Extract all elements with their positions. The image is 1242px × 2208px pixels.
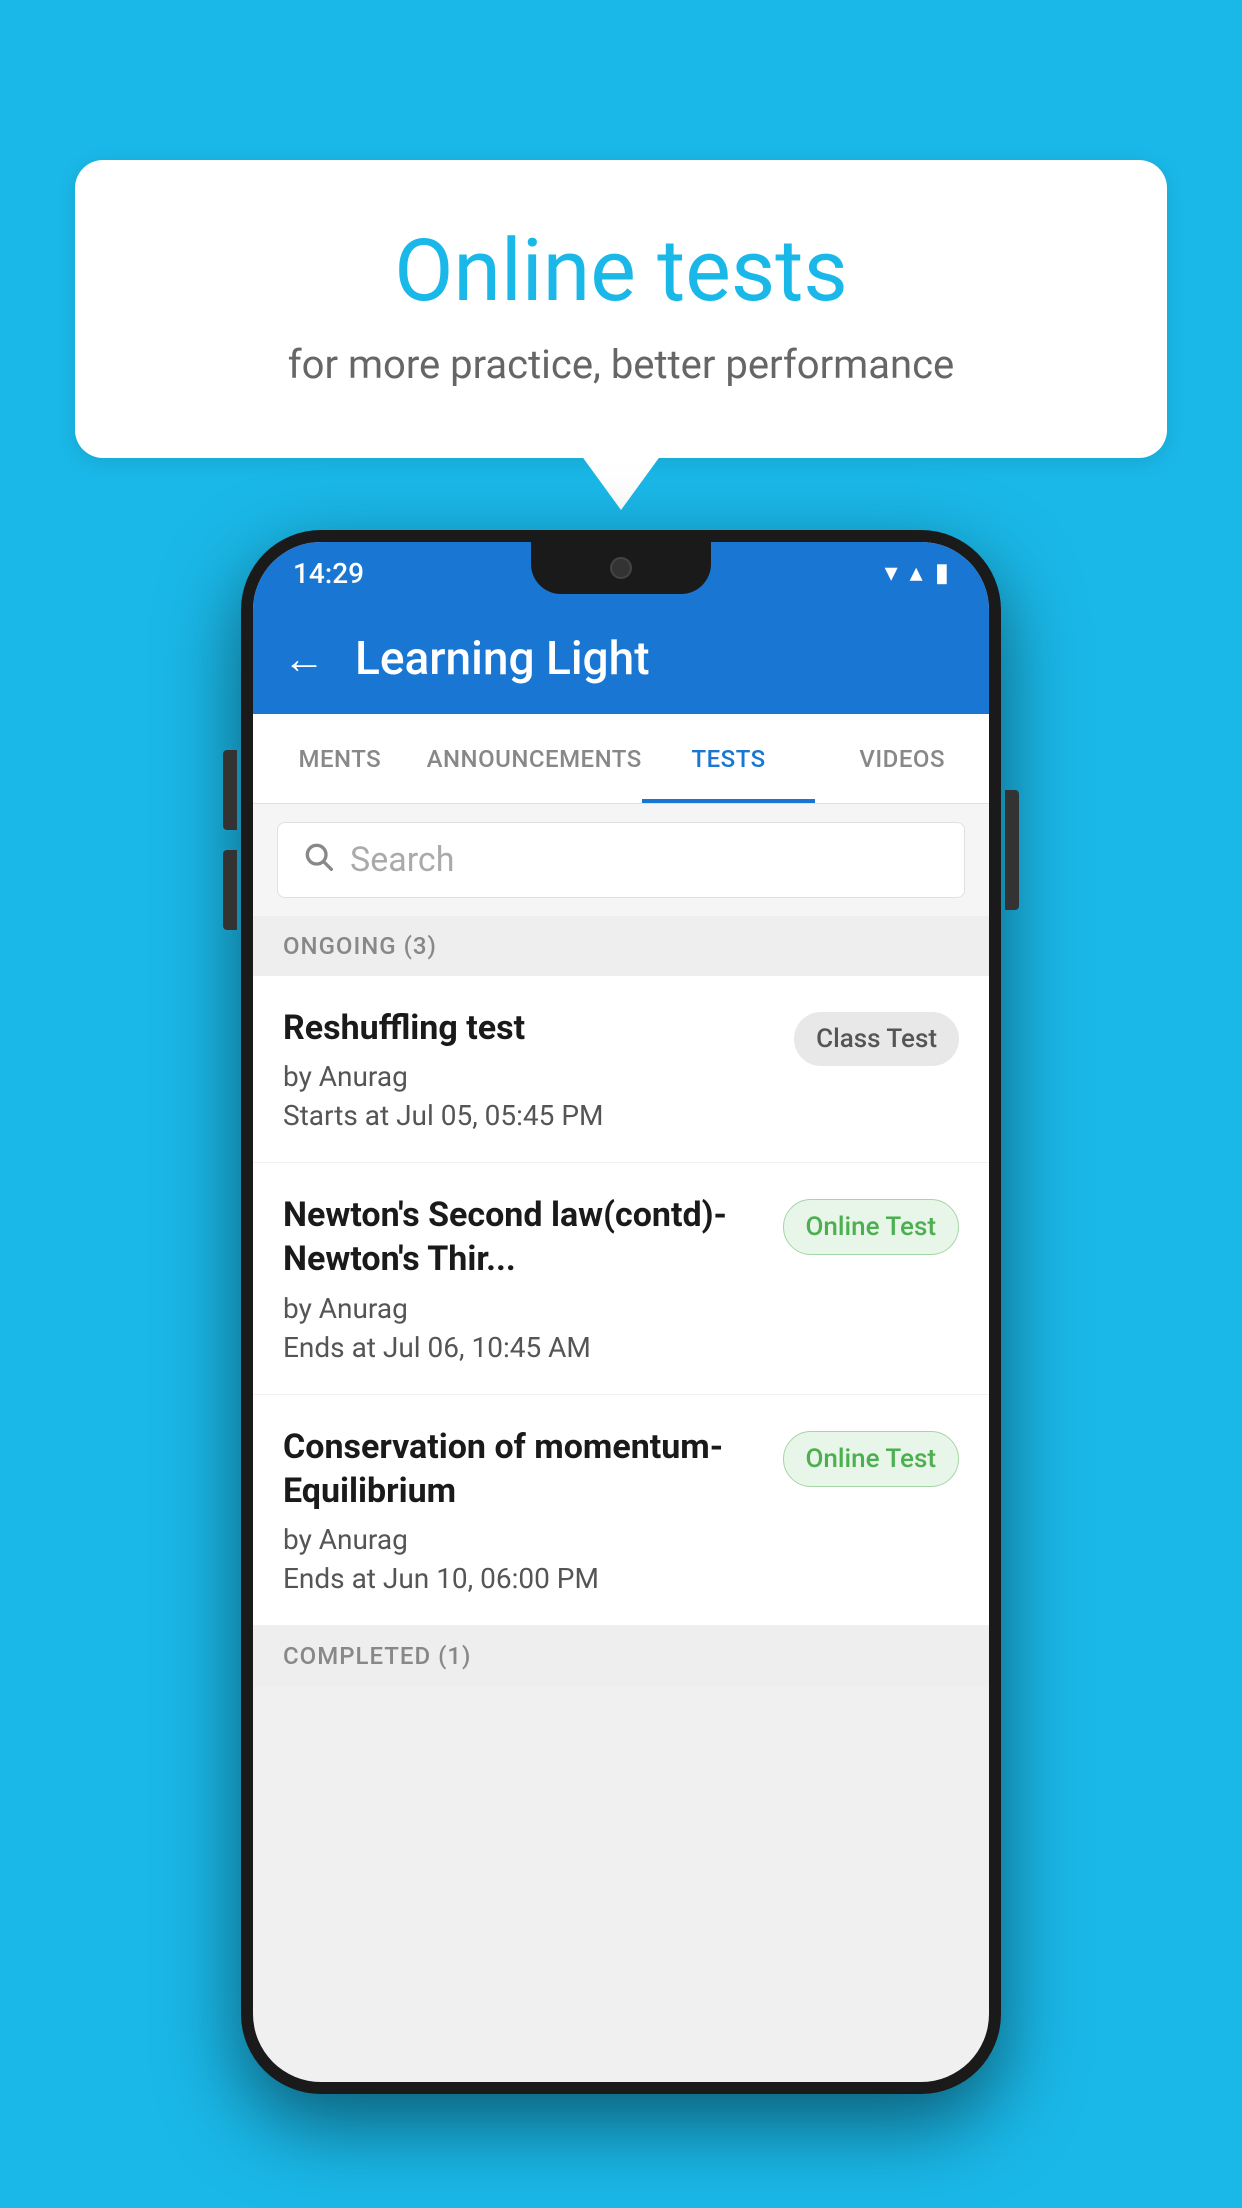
front-camera bbox=[610, 557, 632, 579]
test-author-2: by Anurag bbox=[283, 1292, 763, 1325]
bubble-title: Online tests bbox=[155, 220, 1087, 321]
test-date-1: Starts at Jul 05, 05:45 PM bbox=[283, 1099, 774, 1132]
test-name-2: Newton's Second law(contd)-Newton's Thir… bbox=[283, 1193, 763, 1281]
battery-icon: ▮ bbox=[935, 558, 949, 588]
signal-icon: ▴ bbox=[910, 558, 923, 588]
completed-label: COMPLETED (1) bbox=[283, 1642, 471, 1670]
phone-frame: 14:29 ▾ ▴ ▮ ← Learning Light MENTS ANNOU… bbox=[241, 530, 1001, 2094]
volume-up-button[interactable] bbox=[223, 750, 237, 830]
test-date-2: Ends at Jul 06, 10:45 AM bbox=[283, 1331, 763, 1364]
phone-screen: 14:29 ▾ ▴ ▮ ← Learning Light MENTS ANNOU… bbox=[253, 542, 989, 2082]
tab-videos[interactable]: VIDEOS bbox=[815, 714, 989, 803]
ongoing-section-header: ONGOING (3) bbox=[253, 916, 989, 976]
volume-down-button[interactable] bbox=[223, 850, 237, 930]
test-name-1: Reshuffling test bbox=[283, 1006, 774, 1050]
search-icon bbox=[302, 839, 334, 881]
back-button[interactable]: ← bbox=[283, 635, 325, 684]
status-icons: ▾ ▴ ▮ bbox=[885, 558, 949, 588]
test-date-3: Ends at Jun 10, 06:00 PM bbox=[283, 1562, 763, 1595]
search-box[interactable]: Search bbox=[277, 822, 965, 898]
test-author-3: by Anurag bbox=[283, 1523, 763, 1556]
tabs-bar: MENTS ANNOUNCEMENTS TESTS VIDEOS bbox=[253, 714, 989, 804]
test-info-1: Reshuffling test by Anurag Starts at Jul… bbox=[283, 1006, 774, 1132]
power-button[interactable] bbox=[1005, 790, 1019, 910]
test-name-3: Conservation of momentum-Equilibrium bbox=[283, 1425, 763, 1513]
test-badge-3: Online Test bbox=[783, 1431, 960, 1487]
status-time: 14:29 bbox=[293, 557, 364, 590]
test-item-newton[interactable]: Newton's Second law(contd)-Newton's Thir… bbox=[253, 1163, 989, 1394]
search-placeholder: Search bbox=[350, 840, 454, 880]
wifi-icon: ▾ bbox=[885, 558, 898, 588]
test-list: Reshuffling test by Anurag Starts at Jul… bbox=[253, 976, 989, 1626]
test-info-2: Newton's Second law(contd)-Newton's Thir… bbox=[283, 1193, 763, 1363]
phone-notch bbox=[531, 542, 711, 594]
test-badge-1: Class Test bbox=[794, 1012, 959, 1066]
tab-ments[interactable]: MENTS bbox=[253, 714, 427, 803]
test-badge-2: Online Test bbox=[783, 1199, 960, 1255]
app-title: Learning Light bbox=[355, 632, 650, 686]
test-item-reshuffling[interactable]: Reshuffling test by Anurag Starts at Jul… bbox=[253, 976, 989, 1163]
speech-bubble: Online tests for more practice, better p… bbox=[75, 160, 1167, 458]
test-info-3: Conservation of momentum-Equilibrium by … bbox=[283, 1425, 763, 1595]
tab-announcements[interactable]: ANNOUNCEMENTS bbox=[427, 714, 642, 803]
test-item-conservation[interactable]: Conservation of momentum-Equilibrium by … bbox=[253, 1395, 989, 1626]
bubble-subtitle: for more practice, better performance bbox=[155, 341, 1087, 388]
ongoing-label: ONGOING (3) bbox=[283, 932, 437, 960]
completed-section-header: COMPLETED (1) bbox=[253, 1626, 989, 1686]
test-author-1: by Anurag bbox=[283, 1060, 774, 1093]
phone-mockup: 14:29 ▾ ▴ ▮ ← Learning Light MENTS ANNOU… bbox=[241, 530, 1001, 2094]
app-header: ← Learning Light bbox=[253, 604, 989, 714]
search-container: Search bbox=[253, 804, 989, 916]
tab-tests[interactable]: TESTS bbox=[642, 714, 816, 803]
